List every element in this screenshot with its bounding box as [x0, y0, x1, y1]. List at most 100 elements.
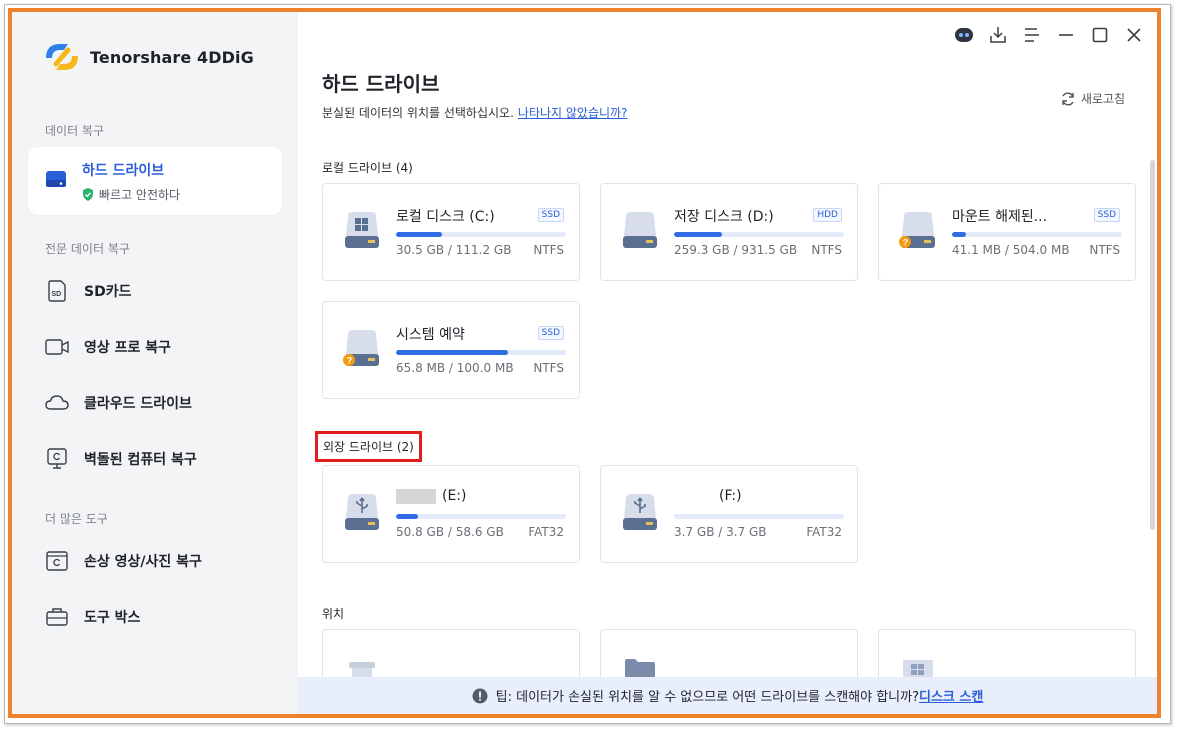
- page-title: 하드 드라이브: [322, 72, 440, 96]
- drive-usage-bar: [674, 514, 844, 519]
- drive-filesystem: NTFS: [1089, 243, 1120, 257]
- unknown-drive-icon: ?: [343, 330, 379, 366]
- local-drives-label: 로컬 드라이브 (4): [322, 161, 413, 175]
- drive-name: (E:): [442, 488, 467, 504]
- app-name: Tenorshare 4DDiG: [90, 47, 254, 67]
- sidebar-item-label: 벽돌된 컴퓨터 복구: [84, 452, 197, 468]
- section-label-pro-recovery: 전문 데이터 복구: [45, 242, 130, 256]
- sidebar-item-sublabel: 빠르고 안전하다: [99, 187, 181, 202]
- drive-filesystem: NTFS: [533, 361, 564, 375]
- app-window: Tenorshare 4DDiG 데이터 복구 하드 드라이브 빠르고 안전하다…: [8, 8, 1161, 718]
- svg-text:SD: SD: [52, 291, 62, 298]
- window-controls: [953, 24, 1145, 46]
- drive-type-badge: SSD: [1093, 208, 1120, 222]
- sidebar-item-toolbox[interactable]: 도구 박스: [28, 593, 282, 641]
- usb-drive-icon: [623, 494, 657, 530]
- maximize-icon: [1092, 27, 1108, 43]
- drive-name: (F:): [719, 488, 742, 504]
- sidebar-item-label: SD카드: [84, 284, 132, 300]
- sidebar-item-label: 영상 프로 복구: [84, 340, 172, 356]
- svg-text:?: ?: [903, 238, 909, 248]
- drive-usage-bar: [396, 232, 566, 237]
- drive-filesystem: FAT32: [528, 525, 564, 539]
- drive-name: 로컬 디스크 (C:): [396, 209, 495, 225]
- drive-card-unmounted[interactable]: ? 마운트 해제된... SSD 41.1 MB / 504.0 MB NTFS: [878, 183, 1136, 281]
- drive-usage-bar: [674, 232, 844, 237]
- maximize-button[interactable]: [1089, 24, 1111, 46]
- close-icon: [1127, 28, 1141, 42]
- external-drives-label: 외장 드라이브 (2): [315, 431, 422, 462]
- sidebar-item-photo-video-repair[interactable]: 손상 영상/사진 복구: [28, 537, 282, 585]
- drive-usage-fill: [396, 350, 509, 355]
- drive-usage-fill: [396, 514, 419, 519]
- page-subtitle: 분실된 데이터의 위치를 선택하십시오. 나타나지 않았습니까?: [322, 104, 627, 121]
- drive-size: 3.7 GB / 3.7 GB: [674, 525, 767, 539]
- drive-name: 마운트 해제된...: [952, 209, 1048, 225]
- drive-filesystem: NTFS: [533, 243, 564, 257]
- sidebar-item-sd-card[interactable]: SD SD카드: [28, 267, 282, 315]
- drive-type-badge: SSD: [537, 326, 564, 340]
- page-subtitle-text: 분실된 데이터의 위치를 선택하십시오.: [322, 106, 514, 120]
- drive-card-f[interactable]: (F:) 3.7 GB / 3.7 GB FAT32: [600, 465, 858, 563]
- drive-usage-bar: [952, 232, 1122, 237]
- windows-drive-icon: [345, 212, 379, 248]
- drive-usage-bar: [396, 514, 566, 519]
- refresh-button[interactable]: 새로고침: [1060, 90, 1125, 107]
- sidebar-item-crashed-computer[interactable]: 벽돌된 컴퓨터 복구: [28, 435, 282, 483]
- sidebar-item-label: 손상 영상/사진 복구: [84, 554, 202, 570]
- content-scrollbar[interactable]: [1150, 160, 1155, 530]
- drive-card-c[interactable]: 로컬 디스크 (C:) SSD 30.5 GB / 111.2 GB NTFS: [322, 183, 580, 281]
- drive-type-badge: HDD: [813, 208, 842, 222]
- section-label-more-tools: 더 많은 도구: [45, 512, 108, 526]
- sidebar-item-label: 클라우드 드라이브: [84, 396, 192, 412]
- minimize-button[interactable]: [1055, 24, 1077, 46]
- redacted-volume-label: [396, 488, 436, 504]
- sidebar-item-video-recovery[interactable]: 영상 프로 복구: [28, 323, 282, 371]
- sidebar-item-label: 도구 박스: [84, 610, 141, 626]
- drive-icon: [623, 212, 657, 248]
- drive-usage-fill: [674, 232, 722, 237]
- sidebar-item-cloud-drive[interactable]: 클라우드 드라이브: [28, 379, 282, 427]
- drive-size: 41.1 MB / 504.0 MB: [952, 243, 1070, 257]
- app-logo: Tenorshare 4DDiG: [42, 38, 254, 76]
- drive-size: 50.8 GB / 58.6 GB: [396, 525, 504, 539]
- drive-card-system-reserved[interactable]: ? 시스템 예약 SSD 65.8 MB / 100.0 MB NTFS: [322, 301, 580, 399]
- photo-repair-icon: [44, 548, 70, 574]
- section-label-data-recovery: 데이터 복구: [45, 124, 105, 138]
- drive-filesystem: FAT32: [806, 525, 842, 539]
- hard-drive-icon: [44, 169, 68, 193]
- computer-repair-icon: [44, 446, 70, 472]
- video-camera-icon: [44, 334, 70, 360]
- usb-drive-icon: [345, 494, 379, 530]
- tip-bar: 팁: 데이터가 손실된 위치를 알 수 없으므로 어떤 드라이브를 스캔해야 합…: [298, 677, 1157, 714]
- drive-name-row: (E:): [396, 488, 467, 504]
- close-button[interactable]: [1123, 24, 1145, 46]
- download-icon: [990, 27, 1006, 43]
- folder-icon: [625, 659, 655, 678]
- menu-button[interactable]: [1021, 24, 1043, 46]
- help-link[interactable]: 나타나지 않았습니까?: [518, 106, 628, 120]
- sidebar-item-hard-drive[interactable]: 하드 드라이브 빠르고 안전하다: [28, 147, 282, 215]
- download-button[interactable]: [987, 24, 1009, 46]
- assistant-robot-button[interactable]: [953, 24, 975, 46]
- menu-icon: [1025, 28, 1039, 42]
- cloud-icon: [44, 390, 70, 416]
- disk-scan-link[interactable]: 디스크 스캔: [919, 686, 983, 705]
- refresh-label: 새로고침: [1080, 92, 1125, 106]
- shield-check-icon: [83, 187, 93, 201]
- drive-card-d[interactable]: 저장 디스크 (D:) HDD 259.3 GB / 931.5 GB NTFS: [600, 183, 858, 281]
- refresh-icon: [1062, 92, 1074, 105]
- recycle-bin-icon: [349, 662, 375, 678]
- drive-card-e[interactable]: (E:) 50.8 GB / 58.6 GB FAT32: [322, 465, 580, 563]
- drive-usage-fill: [952, 232, 966, 237]
- tenorshare-logo-icon: [46, 44, 78, 70]
- drive-size: 259.3 GB / 931.5 GB: [674, 243, 798, 257]
- minimize-icon: [1059, 34, 1073, 36]
- tip-text: 팁: 데이터가 손실된 위치를 알 수 없으므로 어떤 드라이브를 스캔해야 합…: [495, 690, 920, 705]
- desktop-icon: [903, 660, 933, 678]
- robot-icon: [955, 28, 973, 42]
- drive-type-badge: SSD: [537, 208, 564, 222]
- drive-filesystem: NTFS: [811, 243, 842, 257]
- drive-usage-bar: [396, 350, 566, 355]
- unknown-drive-icon: ?: [899, 212, 935, 248]
